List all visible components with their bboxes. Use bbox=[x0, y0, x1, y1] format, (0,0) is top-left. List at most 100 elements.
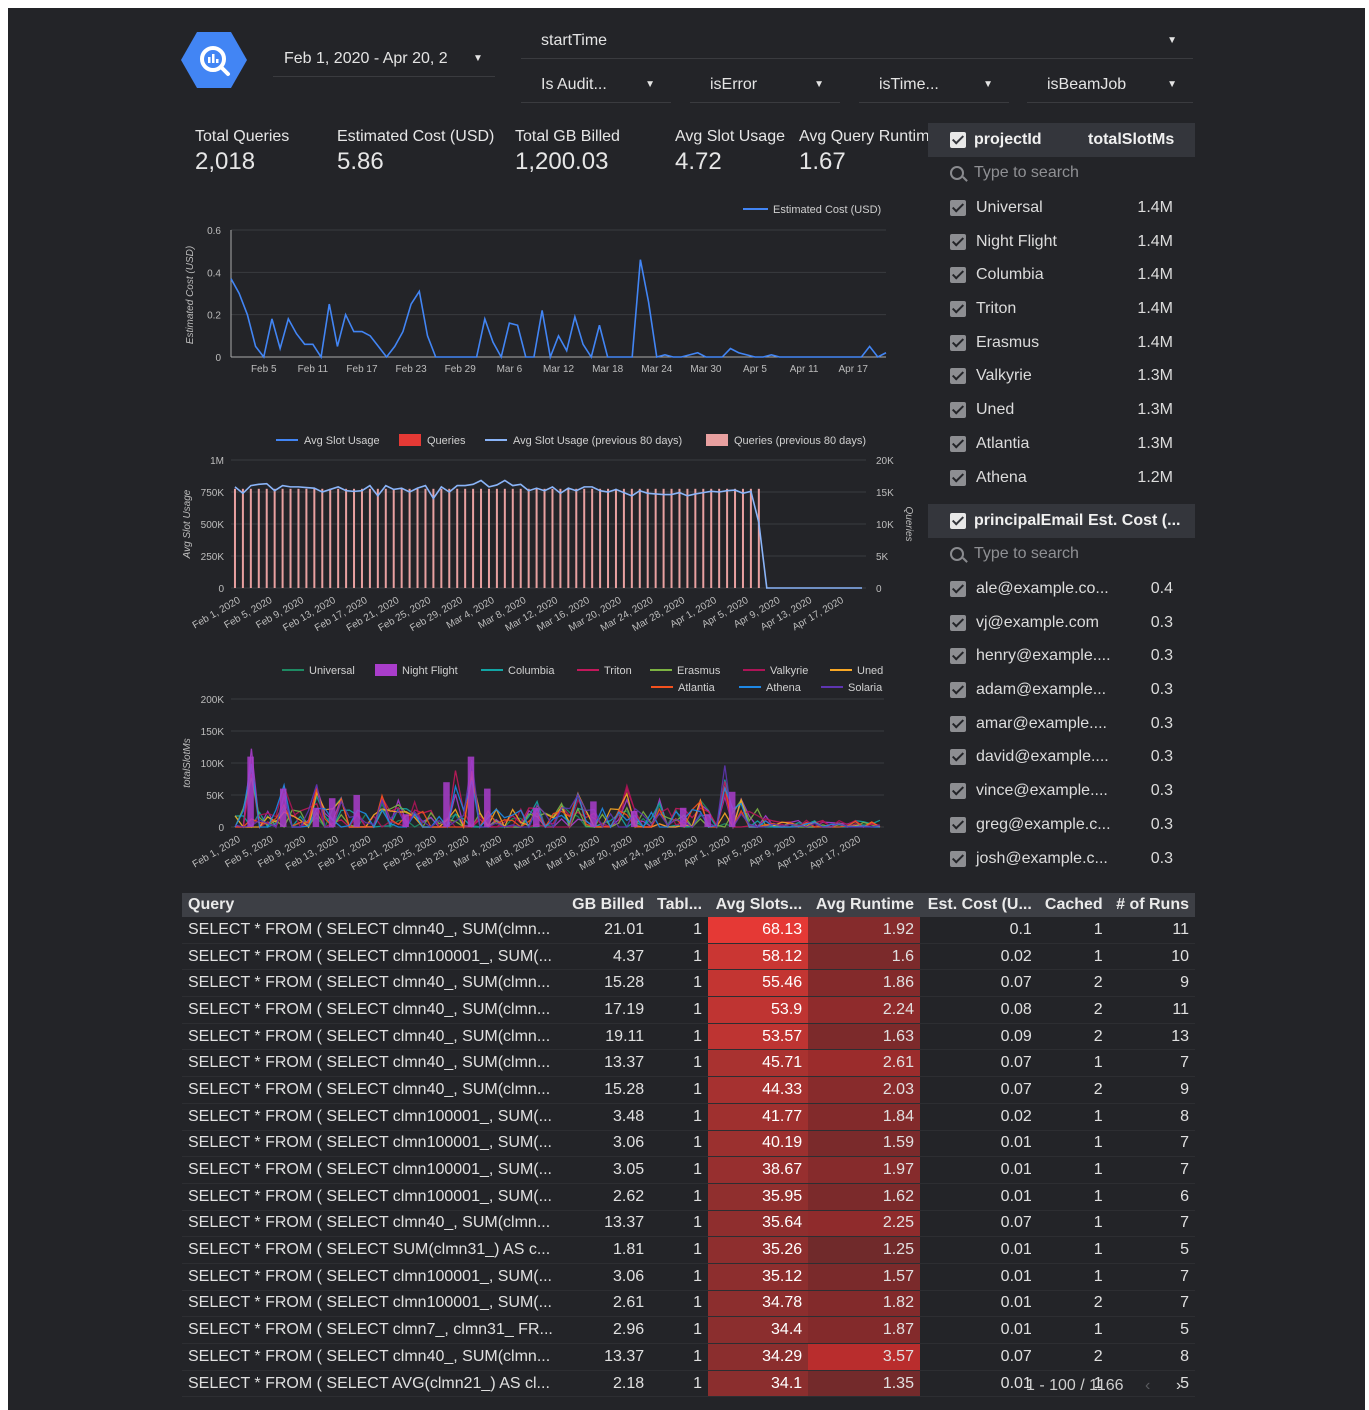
table-cell: SELECT * FROM ( SELECT clmn100001_, SUM(… bbox=[182, 943, 565, 971]
table-row[interactable]: SELECT * FROM ( SELECT clmn100001_, SUM(… bbox=[182, 1263, 1195, 1291]
project-list-item[interactable]: Triton 1.4M bbox=[928, 292, 1195, 326]
email-list-item[interactable]: vj@example.com 0.3 bbox=[928, 606, 1195, 640]
column-header[interactable]: Cached bbox=[1037, 893, 1109, 917]
column-header[interactable]: Avg Slots... bbox=[708, 893, 809, 917]
checkbox[interactable] bbox=[950, 581, 966, 597]
email-panel-header[interactable]: principalEmail Est. Cost (... bbox=[928, 504, 1195, 538]
is-audit-filter[interactable]: Is Audit... ▼ bbox=[521, 70, 671, 103]
column-header[interactable]: # of Runs bbox=[1108, 893, 1195, 917]
column-header[interactable]: Tabl... bbox=[650, 893, 709, 917]
x-tick-label: Feb 23 bbox=[396, 364, 428, 375]
table-cell: 1 bbox=[650, 1076, 709, 1104]
checkbox[interactable] bbox=[950, 749, 966, 766]
is-beam-job-filter[interactable]: isBeamJob ▼ bbox=[1027, 70, 1193, 103]
table-row[interactable]: SELECT * FROM ( SELECT clmn40_, SUM(clmn… bbox=[182, 1049, 1195, 1078]
checkbox[interactable] bbox=[950, 614, 966, 631]
table-cell: 1 bbox=[650, 1103, 709, 1131]
search-icon bbox=[950, 547, 964, 561]
email-list-item[interactable]: vince@example.... 0.3 bbox=[928, 774, 1195, 808]
email-list-item[interactable]: henry@example.... 0.3 bbox=[928, 639, 1195, 673]
checkbox[interactable] bbox=[950, 301, 966, 318]
project-list-item[interactable]: Uned 1.3M bbox=[928, 393, 1195, 427]
table-row[interactable]: SELECT * FROM ( SELECT clmn40_, SUM(clmn… bbox=[182, 969, 1195, 998]
table-cell: 2 bbox=[1037, 969, 1109, 998]
is-time-filter[interactable]: isTime... ▼ bbox=[859, 70, 1009, 103]
table-cell: SELECT * FROM ( SELECT clmn40_, SUM(clmn… bbox=[182, 1076, 565, 1104]
checkbox[interactable] bbox=[950, 368, 966, 385]
next-page-icon[interactable]: › bbox=[1176, 1377, 1181, 1395]
checkbox[interactable] bbox=[950, 783, 966, 800]
column-header[interactable]: GB Billed bbox=[564, 893, 651, 917]
legend-swatch bbox=[706, 434, 728, 446]
project-list-item[interactable]: Night Flight 1.4M bbox=[928, 225, 1195, 259]
checkbox[interactable] bbox=[950, 200, 966, 216]
table-row[interactable]: SELECT * FROM ( SELECT clmn100001_, SUM(… bbox=[182, 1130, 1195, 1158]
select-all-checkbox[interactable] bbox=[950, 513, 966, 529]
email-list-item[interactable]: david@example.... 0.3 bbox=[928, 740, 1195, 774]
table-cell: 1 bbox=[650, 1156, 709, 1184]
table-cell: 0.01 bbox=[919, 1156, 1038, 1184]
email-list-item[interactable]: josh@example.c... 0.3 bbox=[928, 842, 1195, 876]
column-header[interactable]: Query bbox=[182, 893, 565, 917]
queries-bar bbox=[480, 488, 483, 588]
column-header[interactable]: Avg Runtime bbox=[808, 893, 920, 917]
y-tick-label: 0.2 bbox=[207, 311, 221, 322]
select-all-checkbox[interactable] bbox=[950, 132, 966, 148]
table-row[interactable]: SELECT * FROM ( SELECT clmn100001_, SUM(… bbox=[182, 1156, 1195, 1184]
checkbox[interactable] bbox=[950, 469, 966, 486]
queries-bar bbox=[337, 488, 340, 588]
checkbox[interactable] bbox=[950, 850, 966, 867]
checkbox[interactable] bbox=[950, 816, 966, 833]
project-list-item[interactable]: Columbia 1.4M bbox=[928, 258, 1195, 292]
column-header[interactable]: Est. Cost (U... bbox=[919, 893, 1038, 917]
table-cell: 34.1 bbox=[708, 1370, 809, 1398]
email-search-input[interactable] bbox=[972, 544, 1176, 564]
starttime-filter[interactable]: startTime ▼ bbox=[521, 26, 1193, 59]
checkbox[interactable] bbox=[950, 334, 966, 351]
item-label: david@example.... bbox=[976, 748, 1109, 766]
table-row[interactable]: SELECT * FROM ( SELECT clmn40_, SUM(clmn… bbox=[182, 1343, 1195, 1371]
table-row[interactable]: SELECT * FROM ( SELECT clmn100001_, SUM(… bbox=[182, 943, 1195, 971]
checkbox[interactable] bbox=[950, 435, 966, 452]
table-cell: 0.07 bbox=[919, 1210, 1038, 1238]
night-flight-bar bbox=[328, 798, 336, 827]
project-list-item[interactable]: Athena 1.2M bbox=[928, 461, 1195, 495]
item-label: Triton bbox=[976, 300, 1017, 318]
table-row[interactable]: SELECT * FROM ( SELECT clmn40_, SUM(clmn… bbox=[182, 1023, 1195, 1051]
project-list-item[interactable]: Atlantia 1.3M bbox=[928, 427, 1195, 461]
project-list-item[interactable]: Erasmus 1.4M bbox=[928, 326, 1195, 360]
checkbox[interactable] bbox=[950, 648, 966, 665]
table-cell: 2.18 bbox=[564, 1370, 651, 1398]
checkbox[interactable] bbox=[950, 233, 966, 250]
table-cell: 35.12 bbox=[708, 1263, 809, 1291]
table-row[interactable]: SELECT * FROM ( SELECT clmn100001_, SUM(… bbox=[182, 1290, 1195, 1318]
queries-bar bbox=[670, 488, 673, 588]
date-range-picker[interactable]: Feb 1, 2020 - Apr 20, 2 ▼ bbox=[273, 44, 495, 77]
prev-page-icon[interactable]: ‹ bbox=[1145, 1377, 1150, 1395]
table-cell: 2.61 bbox=[808, 1049, 920, 1078]
email-list-item[interactable]: ale@example.co... 0.4 bbox=[928, 572, 1195, 606]
project-panel-header[interactable]: projectId totalSlotMs bbox=[928, 123, 1195, 157]
table-row[interactable]: SELECT * FROM ( SELECT clmn7_, clmn31_ F… bbox=[182, 1316, 1195, 1344]
project-search-input[interactable] bbox=[972, 163, 1176, 183]
email-list-item[interactable]: adam@example... 0.3 bbox=[928, 673, 1195, 707]
checkbox[interactable] bbox=[950, 267, 966, 284]
item-label: Night Flight bbox=[976, 232, 1057, 250]
table-row[interactable]: SELECT * FROM ( SELECT clmn100001_, SUM(… bbox=[182, 1103, 1195, 1131]
table-row[interactable]: SELECT * FROM ( SELECT SUM(clmn31_) AS c… bbox=[182, 1236, 1195, 1264]
project-list-item[interactable]: Valkyrie 1.3M bbox=[928, 359, 1195, 393]
table-row[interactable]: SELECT * FROM ( SELECT clmn40_, SUM(clmn… bbox=[182, 996, 1195, 1024]
table-row[interactable]: SELECT * FROM ( SELECT clmn40_, SUM(clmn… bbox=[182, 1210, 1195, 1238]
table-row[interactable]: SELECT * FROM ( SELECT clmn40_, SUM(clmn… bbox=[182, 917, 1195, 944]
queries-bar bbox=[456, 488, 459, 588]
checkbox[interactable] bbox=[950, 402, 966, 419]
checkbox[interactable] bbox=[950, 715, 966, 732]
table-row[interactable]: SELECT * FROM ( SELECT clmn40_, SUM(clmn… bbox=[182, 1076, 1195, 1104]
email-list-item[interactable]: greg@example.c... 0.3 bbox=[928, 808, 1195, 842]
project-list-item[interactable]: Universal 1.4M bbox=[928, 191, 1195, 225]
is-error-filter[interactable]: isError ▼ bbox=[690, 70, 840, 103]
checkbox[interactable] bbox=[950, 682, 966, 699]
queries-bar bbox=[710, 488, 713, 588]
email-list-item[interactable]: amar@example.... 0.3 bbox=[928, 707, 1195, 741]
table-row[interactable]: SELECT * FROM ( SELECT clmn100001_, SUM(… bbox=[182, 1183, 1195, 1211]
